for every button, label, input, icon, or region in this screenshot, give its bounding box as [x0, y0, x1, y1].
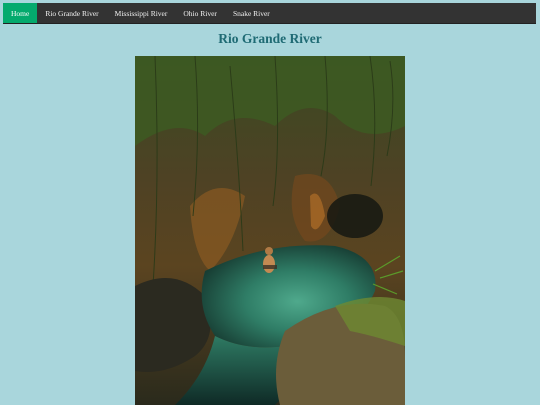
nav-item-mississippi-river[interactable]: Mississippi River [107, 3, 176, 23]
top-navbar: Home Rio Grande River Mississippi River … [3, 3, 536, 24]
nav-item-home[interactable]: Home [3, 3, 38, 23]
nav-item-rio-grande-river[interactable]: Rio Grande River [37, 3, 106, 23]
nav-item-snake-river[interactable]: Snake River [225, 3, 278, 23]
river-photo-graphic [135, 56, 405, 405]
nav-item-ohio-river[interactable]: Ohio River [175, 3, 225, 23]
page-title: Rio Grande River [218, 31, 322, 46]
river-photo [135, 56, 405, 405]
